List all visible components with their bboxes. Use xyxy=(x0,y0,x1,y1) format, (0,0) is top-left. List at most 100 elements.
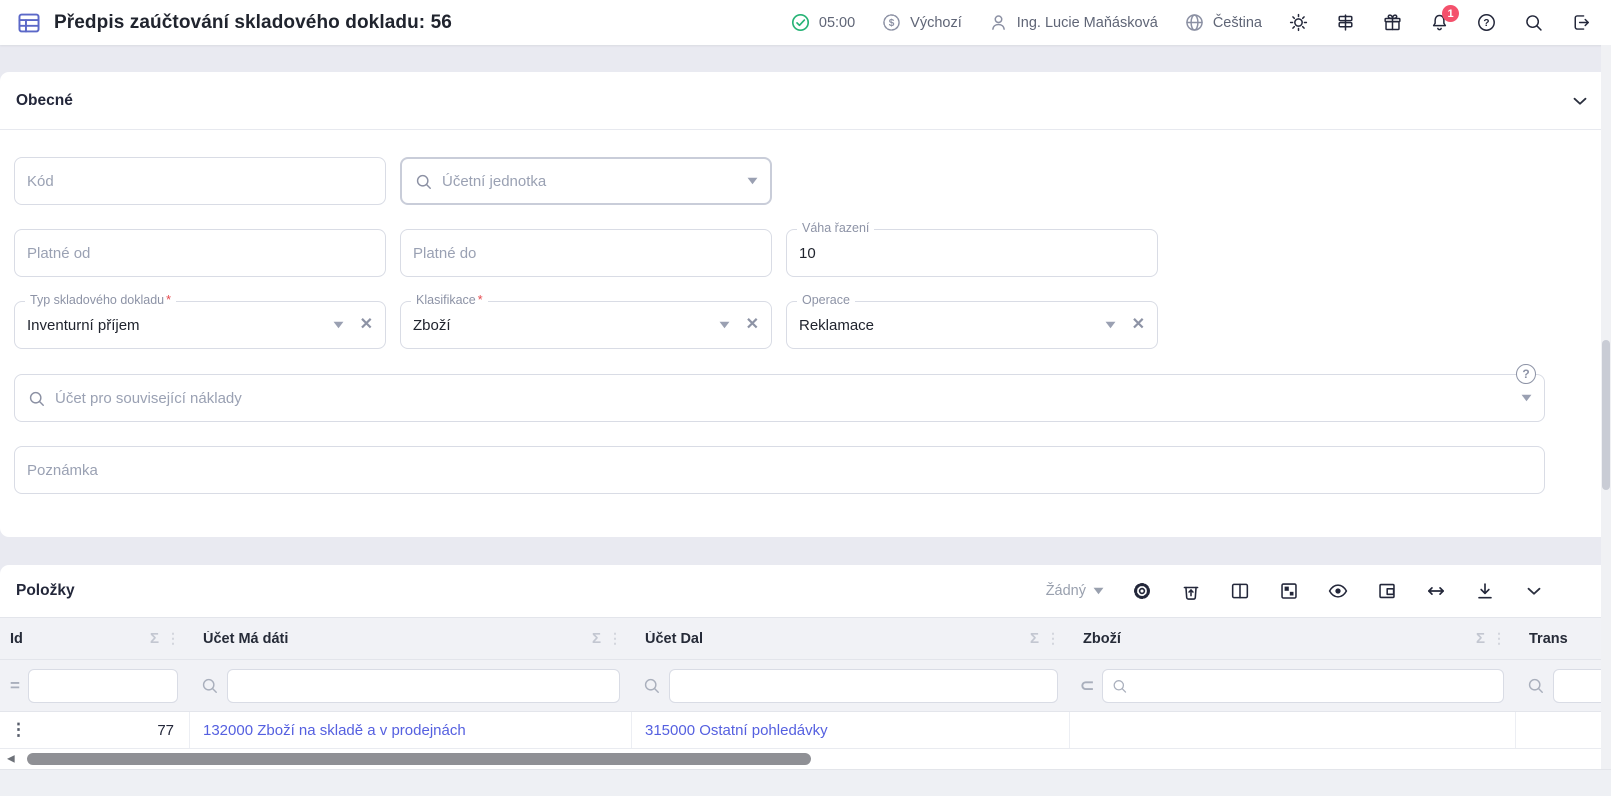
filter-cell-id: = xyxy=(0,660,190,711)
chevron-down-icon xyxy=(719,321,730,329)
top-bar: Předpis zaúčtování skladového dokladu: 5… xyxy=(0,0,1611,45)
theme-brightness-icon[interactable] xyxy=(1288,12,1309,33)
klasifikace-field[interactable]: Klasifikace * Zboží ✕ xyxy=(400,301,772,349)
search-icon xyxy=(414,172,433,191)
group-by-selector[interactable]: Žádný xyxy=(1046,583,1104,599)
column-menu-icon[interactable]: ⋮ xyxy=(166,630,180,647)
user-menu[interactable]: Ing. Lucie Maňásková xyxy=(988,12,1158,33)
collapse-items-chevron-icon[interactable] xyxy=(1523,580,1545,602)
platne-do-input[interactable] xyxy=(413,245,759,262)
horizontal-scrollbar-thumb[interactable] xyxy=(27,753,811,765)
svg-text:?: ? xyxy=(1483,18,1489,29)
arrows-horizontal-icon[interactable] xyxy=(1425,580,1447,602)
row-id-value: 77 xyxy=(157,722,176,739)
filter-input-id[interactable] xyxy=(28,669,178,703)
signpost-icon[interactable] xyxy=(1335,12,1356,33)
table-filter-row: = ⊂ xyxy=(0,660,1611,712)
clear-icon[interactable]: ✕ xyxy=(1132,317,1145,333)
vaha-razeni-label: Váha řazení xyxy=(802,221,869,235)
clear-icon[interactable]: ✕ xyxy=(746,317,759,333)
cell-zbozi xyxy=(1070,712,1516,748)
aggregate-sigma-icon[interactable]: Σ xyxy=(1030,630,1039,647)
general-section: Obecné Účetní jednotka xyxy=(0,72,1611,537)
subset-operator-icon[interactable]: ⊂ xyxy=(1080,676,1094,696)
logout-icon[interactable] xyxy=(1570,12,1591,33)
column-menu-icon[interactable]: ⋮ xyxy=(608,630,622,647)
poznamka-input[interactable] xyxy=(27,462,1532,479)
scroll-left-arrow-icon[interactable]: ◀ xyxy=(7,754,15,765)
chevron-down-icon xyxy=(333,321,344,329)
user-name: Ing. Lucie Maňásková xyxy=(1017,15,1158,31)
field-help-icon[interactable]: ? xyxy=(1516,364,1536,384)
equals-operator-icon[interactable]: = xyxy=(10,676,20,696)
operace-field[interactable]: Operace Reklamace ✕ xyxy=(786,301,1158,349)
poznamka-field[interactable] xyxy=(14,446,1545,494)
typ-dokladu-label: Typ skladového dokladu xyxy=(30,293,164,307)
filter-input-zbozi[interactable] xyxy=(1102,669,1504,703)
horizontal-scrollbar[interactable]: ◀ xyxy=(0,749,1611,769)
typ-dokladu-value: Inventurní příjem xyxy=(27,317,321,334)
fit-frame-icon[interactable] xyxy=(1376,580,1398,602)
table-icon xyxy=(16,10,42,36)
trash-restore-icon[interactable] xyxy=(1180,580,1202,602)
cell-ucet-dal: 315000 Ostatní pohledávky xyxy=(632,712,1070,748)
filter-input-ucet-ma-dati[interactable] xyxy=(227,669,620,703)
operace-value: Reklamace xyxy=(799,317,1093,334)
search-operator-icon[interactable] xyxy=(642,676,661,695)
typ-dokladu-field[interactable]: Typ skladového dokladu * Inventurní příj… xyxy=(14,301,386,349)
help-icon[interactable]: ? xyxy=(1476,12,1497,33)
platne-od-field[interactable] xyxy=(14,229,386,277)
vaha-razeni-input[interactable] xyxy=(799,245,1145,262)
badge-dollar-icon: $ xyxy=(881,12,902,33)
bottom-strip xyxy=(0,769,1611,796)
chevron-down-icon xyxy=(1105,321,1116,329)
visibility-eye-icon[interactable] xyxy=(1327,580,1349,602)
collapse-general-chevron-icon[interactable] xyxy=(1569,90,1591,112)
cell-ucet-ma-dati: 132000 Zboží na skladě a v prodejnách xyxy=(190,712,632,748)
vertical-scrollbar[interactable] xyxy=(1601,45,1611,769)
search-operator-icon[interactable] xyxy=(1526,676,1545,695)
filter-input-ucet-dal[interactable] xyxy=(669,669,1058,703)
column-header-trans[interactable]: Trans xyxy=(1516,618,1611,659)
vaha-razeni-field[interactable]: Váha řazení xyxy=(786,229,1158,277)
general-section-header: Obecné xyxy=(0,72,1611,130)
kod-input[interactable] xyxy=(27,173,373,190)
ucet-naklady-field[interactable]: Účet pro související náklady ? xyxy=(14,374,1545,422)
row-menu-kebab-icon[interactable]: ⋮ xyxy=(10,720,26,740)
download-icon[interactable] xyxy=(1474,580,1496,602)
language-selector[interactable]: Čeština xyxy=(1184,12,1262,33)
aggregate-sigma-icon[interactable]: Σ xyxy=(150,630,159,647)
chevron-down-icon xyxy=(747,177,758,185)
ucetni-jednotka-field[interactable]: Účetní jednotka xyxy=(400,157,772,205)
aggregate-sigma-icon[interactable]: Σ xyxy=(1476,630,1485,647)
platne-od-input[interactable] xyxy=(27,245,373,262)
column-header-zbozi[interactable]: Zboží Σ ⋮ xyxy=(1070,618,1516,659)
notifications-bell-icon[interactable]: 1 xyxy=(1429,12,1450,33)
items-section: Položky Žádný xyxy=(0,565,1611,769)
layout-squares-icon[interactable] xyxy=(1278,580,1300,602)
platne-do-field[interactable] xyxy=(400,229,772,277)
table-row[interactable]: ⋮ 77 132000 Zboží na skladě a v prodejná… xyxy=(0,712,1611,749)
pricing-profile-selector[interactable]: $ Výchozí xyxy=(881,12,962,33)
klasifikace-label: Klasifikace xyxy=(416,293,476,307)
chevron-down-icon xyxy=(1093,587,1104,595)
aggregate-sigma-icon[interactable]: Σ xyxy=(592,630,601,647)
column-menu-icon[interactable]: ⋮ xyxy=(1046,630,1060,647)
language-value: Čeština xyxy=(1213,15,1262,31)
gift-icon[interactable] xyxy=(1382,12,1403,33)
filter-cell-ucet-dal xyxy=(632,660,1070,711)
split-columns-icon[interactable] xyxy=(1229,580,1251,602)
ucet-ma-dati-link[interactable]: 132000 Zboží na skladě a v prodejnách xyxy=(203,722,466,739)
grid-settings-gear-icon[interactable] xyxy=(1131,580,1153,602)
search-operator-icon[interactable] xyxy=(200,676,219,695)
column-header-id[interactable]: Id Σ ⋮ xyxy=(0,618,190,659)
kod-field[interactable] xyxy=(14,157,386,205)
clear-icon[interactable]: ✕ xyxy=(360,317,373,333)
ucet-dal-link[interactable]: 315000 Ostatní pohledávky xyxy=(645,722,828,739)
column-header-ucet-dal[interactable]: Účet Dal Σ ⋮ xyxy=(632,618,1070,659)
vertical-scrollbar-thumb[interactable] xyxy=(1602,340,1610,490)
search-icon[interactable] xyxy=(1523,12,1544,33)
column-header-ucet-ma-dati[interactable]: Účet Má dáti Σ ⋮ xyxy=(190,618,632,659)
column-menu-icon[interactable]: ⋮ xyxy=(1492,630,1506,647)
svg-text:$: $ xyxy=(889,18,895,29)
